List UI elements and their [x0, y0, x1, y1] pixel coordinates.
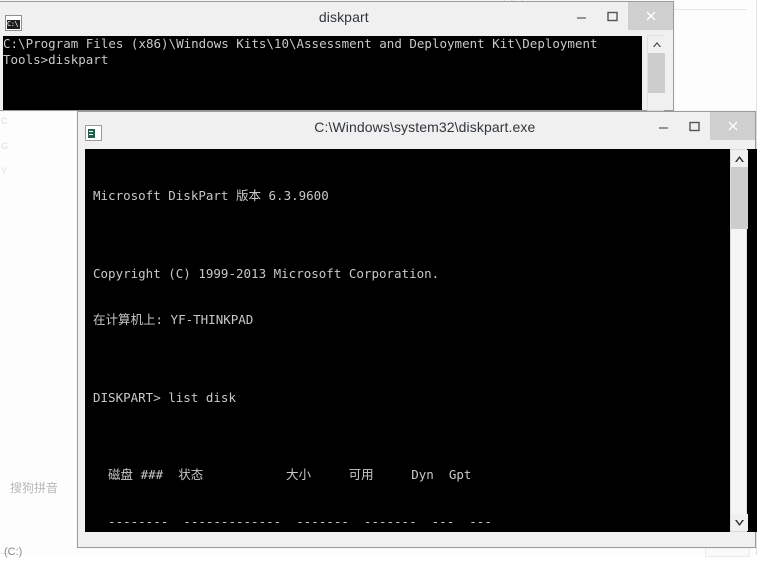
scrollbar-diskpart-exe[interactable]	[730, 149, 748, 532]
screen-root: Installers 2013/12/3 9:56 文件夹 G / V C G …	[0, 0, 757, 561]
console-icon	[85, 124, 102, 141]
console-output-diskpart[interactable]: C:\Program Files (x86)\Windows Kits\10\A…	[3, 36, 642, 110]
scrollbar-diskpart[interactable]	[647, 35, 665, 111]
scroll-up-arrow-icon[interactable]	[648, 36, 665, 53]
scroll-track[interactable]	[731, 167, 748, 514]
client-area-diskpart: C:\Program Files (x86)\Windows Kits\10\A…	[0, 31, 673, 111]
maximize-button[interactable]	[597, 2, 628, 30]
scroll-down-arrow-icon[interactable]	[648, 93, 665, 110]
console-line: Microsoft DiskPart 版本 6.3.9600	[93, 188, 329, 203]
console-line: DISKPART> list disk	[93, 389, 236, 405]
titlebar-diskpart[interactable]: diskpart	[0, 2, 673, 31]
console-line: Copyright (C) 1999-2013 Microsoft Corpor…	[93, 265, 440, 281]
scroll-thumb[interactable]	[731, 167, 748, 229]
drive-label: (C:)	[4, 546, 23, 558]
window-diskpart[interactable]: diskpart C:\Program Files (x86)\Windows …	[0, 1, 674, 111]
close-button[interactable]	[628, 2, 673, 30]
client-area-diskpart-exe: Microsoft DiskPart 版本 6.3.9600 Copyright…	[78, 141, 757, 547]
window-controls	[566, 2, 673, 31]
console-line: 在计算机上: YF-THINKPAD	[93, 312, 254, 327]
minimize-button[interactable]	[566, 2, 597, 30]
window-diskpart-exe[interactable]: C:\Windows\system32\diskpart.exe Microso…	[77, 111, 757, 548]
window-controls	[648, 112, 755, 141]
disk-table-header: 磁盘 ### 状态 大小 可用 Dyn Gpt	[93, 467, 472, 482]
console-output-diskpart-exe[interactable]: Microsoft DiskPart 版本 6.3.9600 Copyright…	[85, 149, 757, 532]
console-line: C:\Program Files (x86)\Windows Kits\10\A…	[3, 36, 598, 51]
minimize-button[interactable]	[648, 112, 679, 140]
console-icon	[5, 14, 22, 31]
scroll-track[interactable]	[648, 53, 665, 99]
console-line: Tools>diskpart	[3, 51, 109, 67]
scroll-up-arrow-icon[interactable]	[731, 150, 748, 167]
titlebar-diskpart-exe[interactable]: C:\Windows\system32\diskpart.exe	[78, 112, 755, 141]
disk-table-separator: -------- ------------- ------- ------- -…	[93, 513, 492, 529]
close-button[interactable]	[710, 112, 755, 140]
scroll-down-arrow-icon[interactable]	[731, 514, 748, 531]
maximize-button[interactable]	[679, 112, 710, 140]
